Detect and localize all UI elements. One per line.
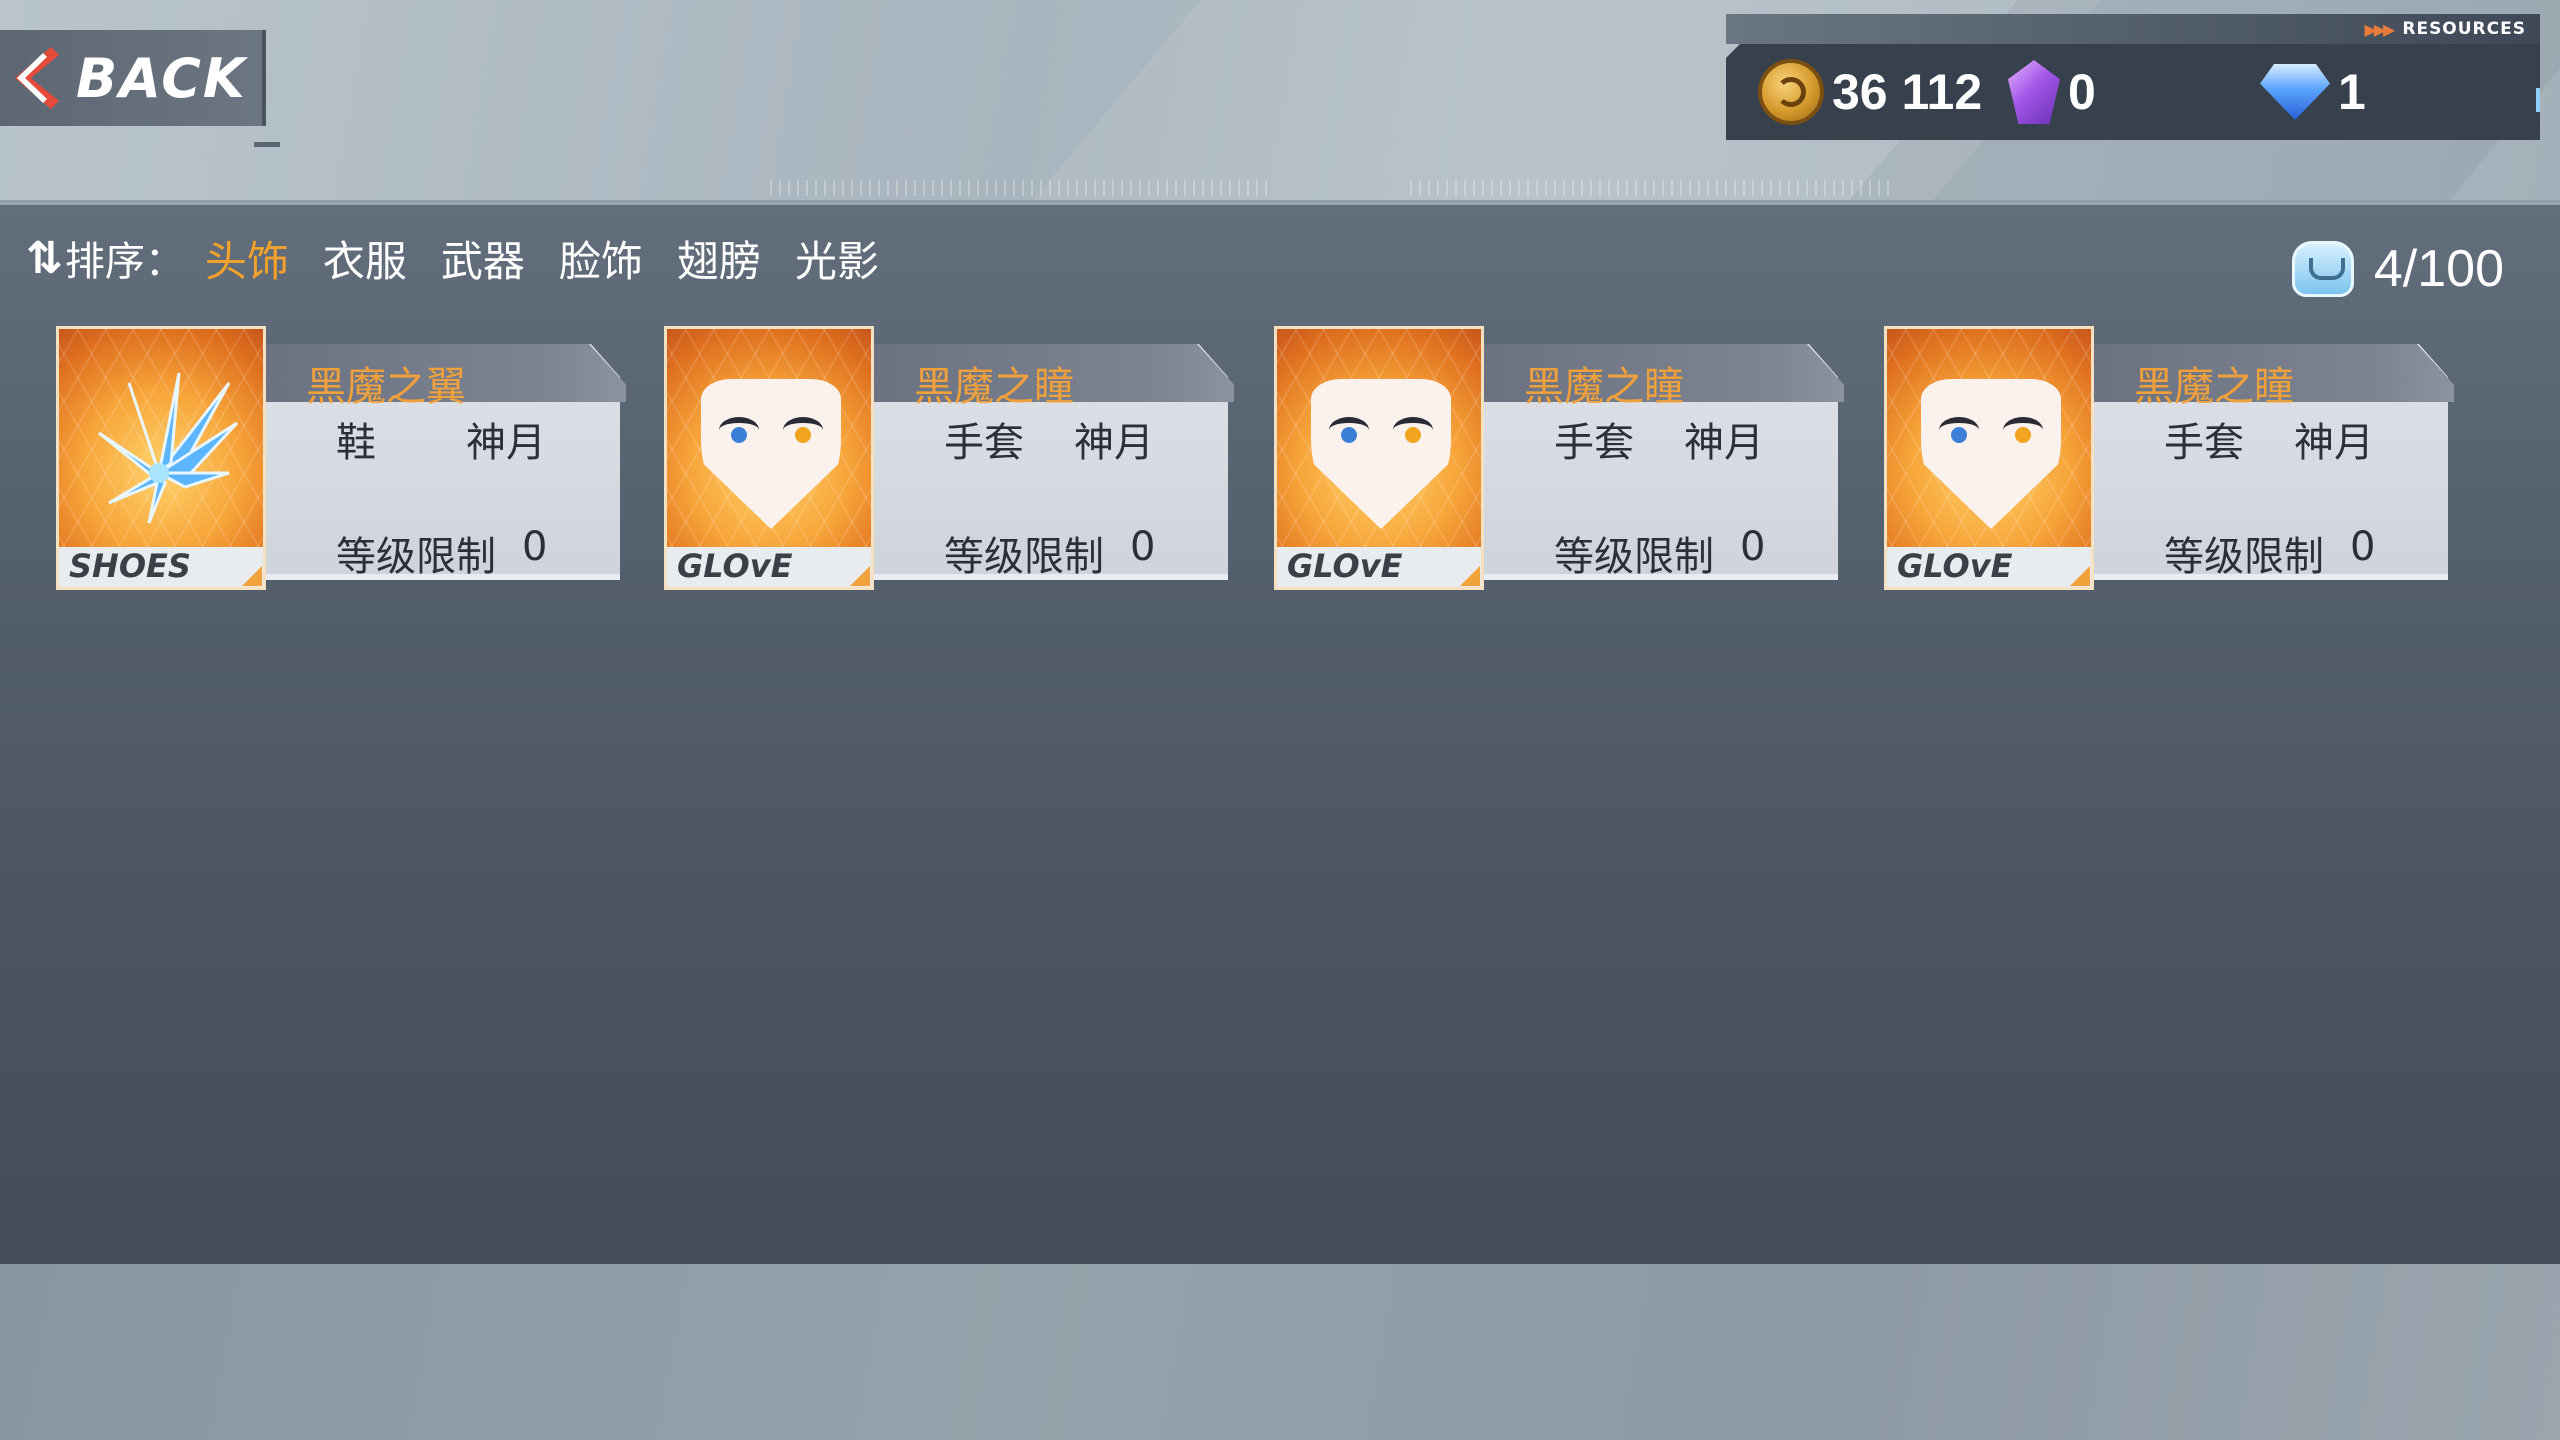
tab-weapon[interactable]: 武器 bbox=[441, 228, 525, 289]
item-card[interactable]: GLOvE 黑魔之瞳 手套 神月 等级限制 0 bbox=[664, 326, 1234, 590]
item-level-value: 0 bbox=[2350, 524, 2376, 570]
resource-diamond[interactable]: 1 bbox=[2260, 44, 2366, 140]
diamond-value: 1 bbox=[2338, 64, 2366, 120]
resources-panel: ▶▶▶ RESOURCES 36 112 0 1 bbox=[1726, 14, 2540, 140]
item-card[interactable]: SHOES 黑魔之翼 鞋 神月 等级限制 0 bbox=[56, 326, 626, 590]
item-level-value: 0 bbox=[1740, 524, 1766, 570]
triple-arrow-icon: ▶▶▶ bbox=[2364, 19, 2395, 39]
blue-wing-icon bbox=[98, 372, 239, 524]
back-label: BACK bbox=[76, 46, 247, 110]
tab-face[interactable]: 脸饰 bbox=[559, 228, 643, 289]
item-type: 手套 bbox=[1554, 420, 1634, 466]
item-card[interactable]: GLOvE 黑魔之瞳 手套 神月 等级限制 0 bbox=[1884, 326, 2454, 590]
back-button[interactable]: BACK bbox=[0, 30, 266, 126]
item-card[interactable]: GLOvE 黑魔之瞳 手套 神月 等级限制 0 bbox=[1274, 326, 1844, 590]
resources-header: ▶▶▶ RESOURCES bbox=[1726, 14, 2540, 44]
sort-label: 排序： bbox=[64, 239, 185, 285]
ruler-decor bbox=[1410, 180, 1890, 196]
item-tag: GLOvE bbox=[1897, 547, 2013, 585]
bag-icon bbox=[2291, 241, 2354, 297]
item-tag: GLOvE bbox=[1287, 547, 1403, 585]
item-owner: 神月 bbox=[1684, 420, 1764, 466]
item-icon-box: SHOES bbox=[56, 326, 266, 590]
item-level-value: 0 bbox=[1130, 524, 1156, 570]
resources-title: RESOURCES bbox=[2402, 19, 2526, 39]
tab-wings[interactable]: 翅膀 bbox=[677, 228, 761, 289]
tab-clothes[interactable]: 衣服 bbox=[323, 228, 407, 289]
ruler-decor bbox=[770, 180, 1270, 196]
item-level-label: 等级限制 bbox=[944, 534, 1104, 580]
item-icon-box: GLOvE bbox=[1884, 326, 2094, 590]
item-level-value: 0 bbox=[522, 524, 548, 570]
item-type: 鞋 bbox=[336, 420, 376, 466]
crystal-value: 0 bbox=[2068, 64, 2096, 120]
item-type: 手套 bbox=[944, 420, 1024, 466]
iris bbox=[1405, 427, 1421, 443]
item-level-label: 等级限制 bbox=[1554, 534, 1714, 580]
item-level-label: 等级限制 bbox=[336, 534, 496, 580]
item-level-label: 等级限制 bbox=[2164, 534, 2324, 580]
item-icon-box: GLOvE bbox=[1274, 326, 1484, 590]
item-icon-box: GLOvE bbox=[664, 326, 874, 590]
back-decor bbox=[254, 142, 280, 147]
gold-coin-icon bbox=[1758, 59, 1824, 125]
inventory-capacity: 4/100 bbox=[2291, 234, 2504, 304]
resources-edge bbox=[2536, 88, 2540, 112]
capacity-value: 4/100 bbox=[2373, 240, 2504, 298]
sort-bar: ⇅ 排序： 头饰 衣服 武器 脸饰 翅膀 光影 bbox=[26, 228, 913, 288]
item-name: 黑魔之瞳 bbox=[1524, 364, 1684, 410]
resource-gold[interactable]: 36 112 bbox=[1758, 44, 1982, 140]
item-owner: 神月 bbox=[466, 420, 546, 466]
purple-crystal-icon bbox=[2008, 60, 2060, 124]
item-owner: 神月 bbox=[2294, 420, 2374, 466]
item-tag: GLOvE bbox=[677, 547, 793, 585]
blue-diamond-icon bbox=[2260, 64, 2330, 120]
bottom-background bbox=[0, 1264, 2560, 1440]
resource-crystal[interactable]: 0 bbox=[2008, 44, 2096, 140]
iris bbox=[2015, 427, 2031, 443]
iris bbox=[1341, 427, 1357, 443]
item-name: 黑魔之瞳 bbox=[2134, 364, 2294, 410]
tab-headwear[interactable]: 头饰 bbox=[205, 228, 289, 289]
back-arrow-icon bbox=[0, 30, 70, 126]
sort-arrows-icon[interactable]: ⇅ bbox=[26, 233, 63, 284]
iris bbox=[795, 427, 811, 443]
item-tag: SHOES bbox=[69, 547, 191, 585]
item-name: 黑魔之瞳 bbox=[914, 364, 1074, 410]
iris bbox=[1951, 427, 1967, 443]
gold-value: 36 112 bbox=[1832, 64, 1983, 120]
item-owner: 神月 bbox=[1074, 420, 1154, 466]
item-type: 手套 bbox=[2164, 420, 2244, 466]
item-name: 黑魔之翼 bbox=[306, 364, 466, 410]
iris bbox=[731, 427, 747, 443]
tab-light-shadow[interactable]: 光影 bbox=[795, 228, 879, 289]
